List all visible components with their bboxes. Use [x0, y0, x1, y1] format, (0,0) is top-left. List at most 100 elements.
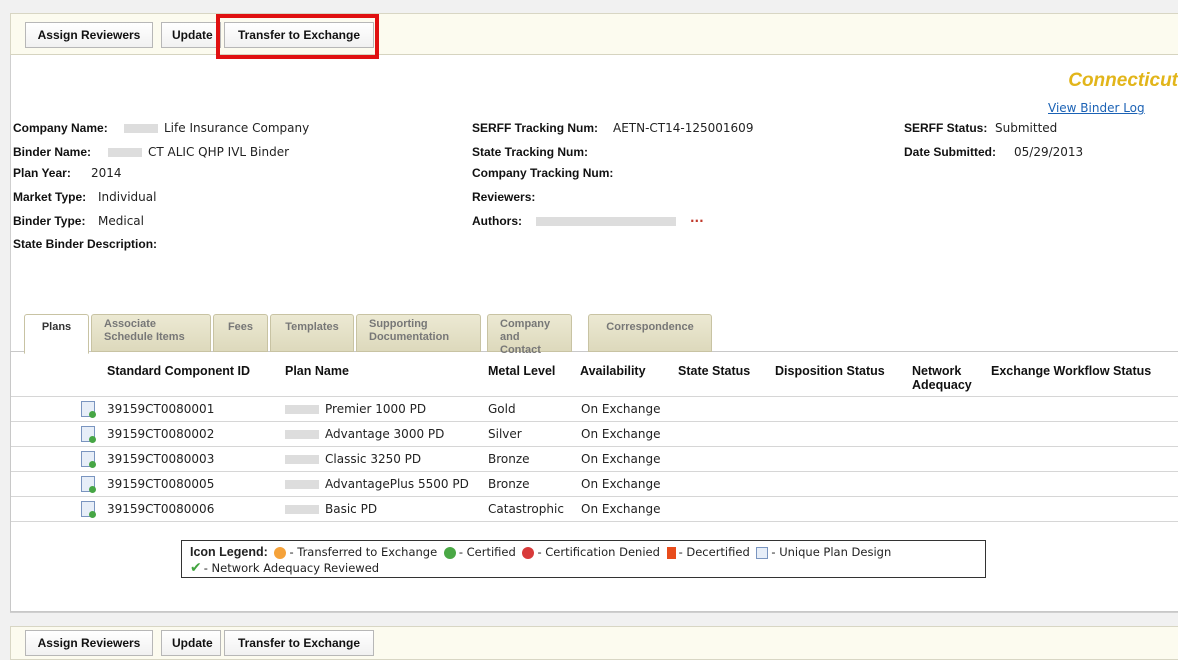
plan-name: Basic PD — [285, 502, 377, 516]
serff-status-value: Submitted — [995, 121, 1058, 135]
denied-icon — [522, 546, 535, 559]
availability: On Exchange — [581, 427, 661, 441]
state-binder-description-label: State Binder Description: — [13, 237, 158, 251]
table-row[interactable]: 39159CT0080003 Classic 3250 PD Bronze On… — [11, 447, 1178, 471]
checkmark-icon: ✔ — [190, 560, 202, 576]
availability: On Exchange — [581, 477, 661, 491]
authors-label: Authors: — [472, 214, 522, 228]
col-header-disposition-status: Disposition Status — [775, 364, 885, 378]
metal-level: Bronze — [488, 477, 530, 491]
reviewers-label: Reviewers: — [472, 190, 536, 204]
col-header-standard-component-id: Standard Component ID — [107, 364, 251, 378]
state-title: Connecticut — [1068, 70, 1178, 91]
standard-component-id: 39159CT0080003 — [107, 452, 215, 466]
plan-year-value: 2014 — [91, 166, 122, 180]
availability: On Exchange — [581, 402, 661, 416]
state-tracking-label: State Tracking Num: — [472, 145, 589, 159]
date-submitted-value: 05/29/2013 — [1014, 145, 1084, 159]
table-row[interactable]: 39159CT0080005 AdvantagePlus 5500 PD Bro… — [11, 472, 1178, 496]
assign-reviewers-button[interactable]: Assign Reviewers — [25, 22, 153, 48]
serff-tracking-label: SERFF Tracking Num: — [472, 121, 599, 135]
standard-component-id: 39159CT0080002 — [107, 427, 215, 441]
redacted-block — [285, 480, 319, 489]
tab-supporting-documentation[interactable]: Supporting Documentation — [356, 314, 481, 352]
bottom-toolbar: Assign Reviewers Update Transfer to Exch… — [10, 626, 1178, 660]
certified-icon — [443, 546, 456, 559]
company-name-value: Life Insurance Company — [124, 121, 309, 135]
col-header-exchange-workflow-status: Exchange Workflow Status — [991, 364, 1152, 378]
tab-templates[interactable]: Templates — [270, 314, 354, 352]
assign-reviewers-button-bottom[interactable]: Assign Reviewers — [25, 630, 153, 656]
unique-plan-design-icon[interactable] — [81, 501, 96, 518]
availability: On Exchange — [581, 452, 661, 466]
update-button[interactable]: Update — [161, 22, 221, 48]
market-type-value: Individual — [98, 190, 157, 204]
tab-associate-schedule-items[interactable]: Associate Schedule Items — [91, 314, 211, 352]
metal-level: Gold — [488, 402, 516, 416]
legend-network: - Network Adequacy Reviewed — [203, 561, 380, 575]
redacted-block — [285, 455, 319, 464]
table-row[interactable]: 39159CT0080006 Basic PD Catastrophic On … — [11, 497, 1178, 521]
unique-plan-design-icon[interactable] — [81, 451, 96, 468]
legend-transferred: - Transferred to Exchange — [289, 545, 438, 559]
plan-name: AdvantagePlus 5500 PD — [285, 477, 469, 491]
unique-plan-design-icon[interactable] — [81, 476, 96, 493]
plan-year-label: Plan Year: — [13, 166, 71, 180]
col-header-metal-level: Metal Level — [488, 364, 556, 378]
date-submitted-label: Date Submitted: — [904, 145, 997, 159]
tab-company-and-contact[interactable]: Company and Contact — [487, 314, 572, 356]
col-header-network-adequacy: Network Adequacy — [912, 364, 972, 392]
tab-fees[interactable]: Fees — [213, 314, 268, 352]
authors-more-link[interactable]: ··· — [690, 214, 704, 228]
binder-name-value: CT ALIC QHP IVL Binder — [108, 145, 289, 159]
serff-status-label: SERFF Status: — [904, 121, 988, 135]
metal-level: Catastrophic — [488, 502, 564, 516]
legend-denied: - Certification Denied — [537, 545, 660, 559]
table-row[interactable]: 39159CT0080002 Advantage 3000 PD Silver … — [11, 422, 1178, 446]
tab-plans[interactable]: Plans — [24, 314, 89, 354]
plan-name: Premier 1000 PD — [285, 402, 426, 416]
col-header-availability: Availability — [580, 364, 646, 378]
transferred-icon — [274, 546, 287, 559]
legend-title: Icon Legend: — [190, 545, 268, 559]
col-header-plan-name: Plan Name — [285, 364, 349, 378]
col-header-state-status: State Status — [678, 364, 751, 378]
top-toolbar: Assign Reviewers Update Transfer to Exch… — [10, 13, 1178, 55]
standard-component-id: 39159CT0080006 — [107, 502, 215, 516]
table-row[interactable]: 39159CT0080001 Premier 1000 PD Gold On E… — [11, 397, 1178, 421]
serff-tracking-value: AETN-CT14-125001609 — [613, 121, 754, 135]
redacted-block — [108, 148, 142, 157]
legend-certified: - Certified — [458, 545, 516, 559]
update-button-bottom[interactable]: Update — [161, 630, 221, 656]
authors-value: ··· — [536, 214, 704, 228]
legend-unique: - Unique Plan Design — [771, 545, 892, 559]
market-type-label: Market Type: — [13, 190, 87, 204]
plan-name: Advantage 3000 PD — [285, 427, 444, 441]
binder-name-label: Binder Name: — [13, 145, 92, 159]
availability: On Exchange — [581, 502, 661, 516]
redacted-block — [285, 405, 319, 414]
redacted-block — [124, 124, 158, 133]
highlight-box — [216, 14, 379, 59]
standard-component-id: 39159CT0080005 — [107, 477, 215, 491]
redacted-block — [285, 505, 319, 514]
metal-level: Silver — [488, 427, 522, 441]
standard-component-id: 39159CT0080001 — [107, 402, 215, 416]
transfer-to-exchange-button-bottom[interactable]: Transfer to Exchange — [224, 630, 374, 656]
redacted-block — [285, 430, 319, 439]
flag-icon — [666, 546, 676, 559]
redacted-block — [536, 217, 676, 226]
tab-correspondence[interactable]: Correspondence — [588, 314, 712, 352]
plan-name: Classic 3250 PD — [285, 452, 421, 466]
unique-plan-icon — [756, 546, 769, 559]
icon-legend: Icon Legend: - Transferred to Exchange -… — [181, 540, 986, 578]
binder-type-label: Binder Type: — [13, 214, 86, 228]
company-tracking-label: Company Tracking Num: — [472, 166, 614, 180]
binder-type-value: Medical — [98, 214, 144, 228]
unique-plan-design-icon[interactable] — [81, 401, 96, 418]
row-divider — [11, 521, 1178, 522]
unique-plan-design-icon[interactable] — [81, 426, 96, 443]
metal-level: Bronze — [488, 452, 530, 466]
legend-decertified: - Decertified — [678, 545, 750, 559]
view-binder-log-link[interactable]: View Binder Log — [1048, 101, 1145, 115]
